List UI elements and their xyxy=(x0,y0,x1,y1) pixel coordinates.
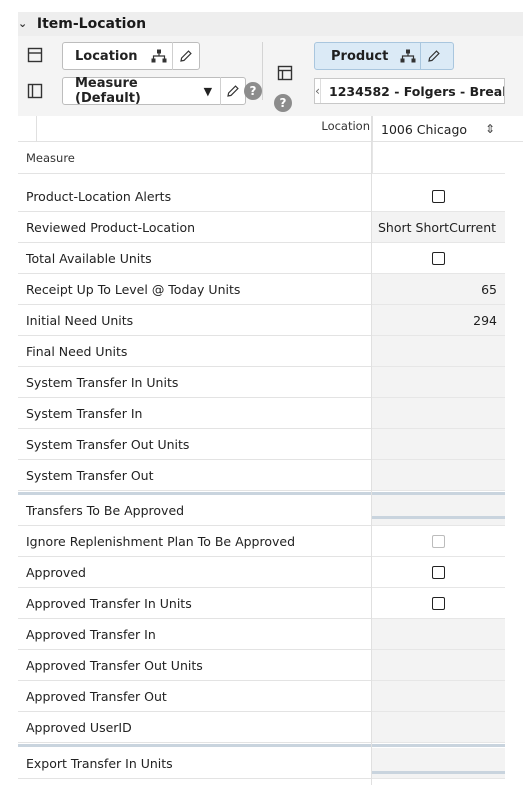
row-value-cell[interactable] xyxy=(372,712,505,743)
row-label: Reviewed Product-Location xyxy=(18,212,372,243)
sort-icon[interactable]: ⇕ xyxy=(485,122,495,136)
cell-value: 294 xyxy=(473,312,497,328)
row-value-cell[interactable] xyxy=(372,243,505,274)
row-label: Ignore Replenishment Plan To Be Approved xyxy=(18,526,372,557)
checkbox[interactable] xyxy=(432,565,445,579)
row-value-cell[interactable] xyxy=(372,398,505,429)
row-value-cell[interactable]: 294 xyxy=(372,305,505,336)
location-column-header[interactable]: 1006 Chicago ⇕ xyxy=(372,116,505,142)
measure-dropdown[interactable]: Measure (Default) ▼ xyxy=(62,76,246,106)
row-value-cell[interactable] xyxy=(372,181,505,212)
caret-down-icon[interactable]: ▼ xyxy=(204,85,220,98)
help-icon[interactable]: ? xyxy=(244,82,262,100)
row-value-cell[interactable] xyxy=(372,526,505,557)
row-value-cell[interactable] xyxy=(372,460,505,491)
row-value-cell[interactable] xyxy=(372,588,505,619)
product-dimension-chip[interactable]: Product xyxy=(314,42,454,70)
row-label: Product-Location Alerts xyxy=(18,181,372,212)
row-label: System Transfer Out Units xyxy=(18,429,372,460)
checkbox[interactable] xyxy=(432,596,445,610)
row-label: System Transfer In xyxy=(18,398,372,429)
row-label: Final Need Units xyxy=(18,336,372,367)
column-divider xyxy=(371,116,372,785)
row-label: Approved UserID xyxy=(18,712,372,743)
group-separator xyxy=(372,492,505,495)
location-chip-label: Location xyxy=(75,48,138,64)
row-value-cell[interactable] xyxy=(372,748,505,779)
measure-dropdown-label: Measure (Default) xyxy=(75,76,141,106)
row-value-cell[interactable] xyxy=(372,336,505,367)
location-column-value: 1006 Chicago xyxy=(381,121,468,137)
edit-pencil-icon[interactable] xyxy=(173,43,199,69)
row-value-cell[interactable] xyxy=(372,367,505,398)
row-value-cell[interactable] xyxy=(372,681,505,712)
measure-edit-pencil-icon[interactable] xyxy=(221,78,245,104)
product-selector[interactable]: ‹ 1234582 - Folgers - Break xyxy=(314,78,505,104)
group-separator xyxy=(372,516,505,519)
row-label: Receipt Up To Level @ Today Units xyxy=(18,274,372,305)
hierarchy-icon[interactable] xyxy=(146,43,172,69)
row-value-cell[interactable] xyxy=(372,557,505,588)
row-label: Initial Need Units xyxy=(18,305,372,336)
layout-rows-icon[interactable] xyxy=(26,46,44,64)
layout-grid-icon[interactable] xyxy=(276,64,294,82)
cell-value: Short ShortCurrent xyxy=(378,219,497,235)
row-label: Transfers To Be Approved xyxy=(18,495,372,526)
row-label: System Transfer In Units xyxy=(18,367,372,398)
group-separator xyxy=(372,744,505,747)
location-dimension-chip[interactable]: Location xyxy=(62,42,200,70)
toolbar-divider xyxy=(262,42,263,100)
checkbox[interactable] xyxy=(432,251,445,265)
row-label: Approved Transfer In Units xyxy=(18,588,372,619)
group-separator xyxy=(18,744,372,747)
product-edit-pencil-icon[interactable] xyxy=(421,43,447,69)
location-header-label: Location xyxy=(321,119,370,133)
cell-value: 65 xyxy=(481,281,497,297)
row-value-cell[interactable]: Short ShortCurrent xyxy=(372,212,505,243)
row-label: Approved Transfer Out Units xyxy=(18,650,372,681)
row-label: Approved Transfer Out xyxy=(18,681,372,712)
header-divider xyxy=(36,116,37,142)
section-title: Item-Location xyxy=(36,16,147,32)
row-label: Approved Transfer In xyxy=(18,619,372,650)
measure-header-cell xyxy=(372,142,505,174)
section-header[interactable]: ⌄ Item-Location xyxy=(18,12,146,36)
row-value-cell[interactable] xyxy=(372,650,505,681)
measure-header: Measure xyxy=(18,142,372,174)
row-value-cell[interactable] xyxy=(372,495,505,526)
row-label: Export Transfer In Units xyxy=(18,748,372,779)
chevron-down-icon[interactable]: ⌄ xyxy=(18,12,32,36)
row-label: System Transfer Out xyxy=(18,460,372,491)
group-separator xyxy=(18,492,372,495)
checkbox xyxy=(432,534,445,548)
row-label: Approved xyxy=(18,557,372,588)
row-value-cell[interactable] xyxy=(372,429,505,460)
product-hierarchy-icon[interactable] xyxy=(396,43,420,69)
layout-columns-icon[interactable] xyxy=(26,82,44,100)
product-chip-label: Product xyxy=(331,48,389,64)
row-value-cell[interactable]: 65 xyxy=(372,274,505,305)
row-value-cell[interactable] xyxy=(372,619,505,650)
row-label: Total Available Units xyxy=(18,243,372,274)
help-icon-secondary[interactable]: ? xyxy=(274,94,292,112)
checkbox[interactable] xyxy=(432,189,445,203)
group-separator xyxy=(372,771,505,774)
product-value: 1234582 - Folgers - Break xyxy=(329,83,505,99)
